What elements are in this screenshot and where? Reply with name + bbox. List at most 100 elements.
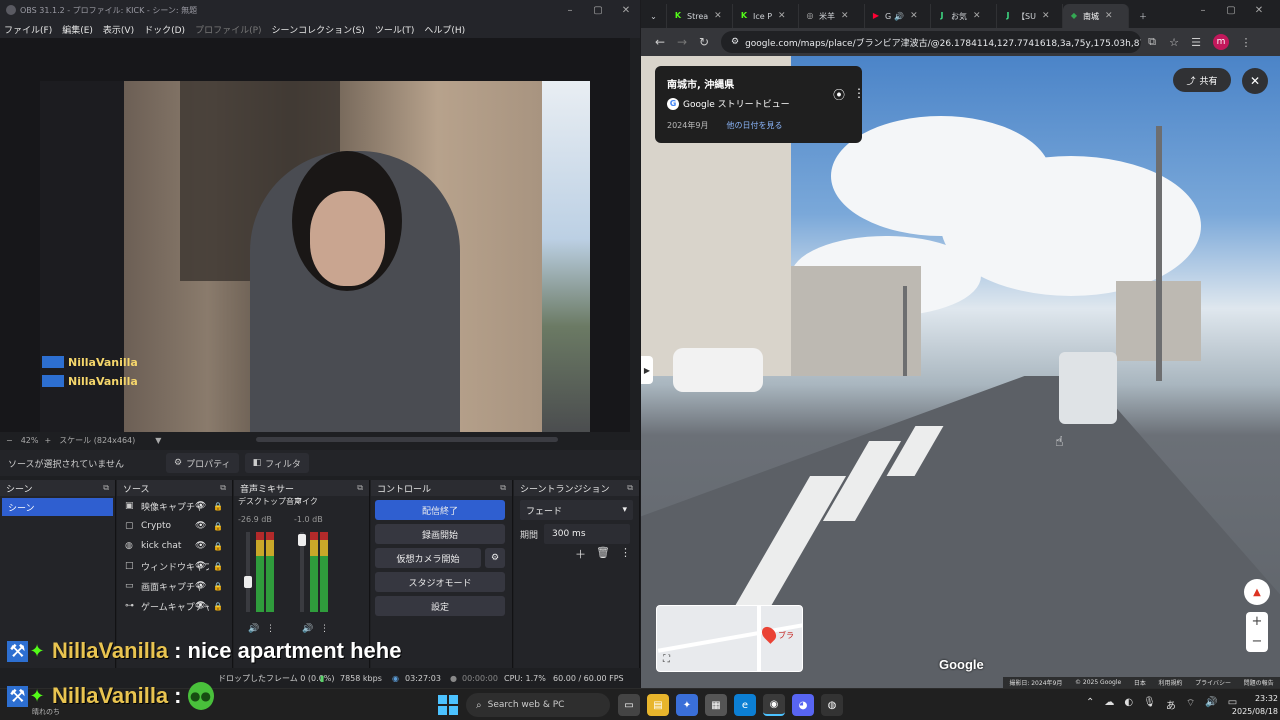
- close-icon[interactable]: ✕: [910, 11, 918, 21]
- preview-area[interactable]: NillaVanilla NillaVanilla: [0, 38, 630, 432]
- tab[interactable]: K Strea ✕: [667, 4, 733, 28]
- menu-help[interactable]: ヘルプ(H): [424, 23, 465, 36]
- menu-edit[interactable]: 編集(E): [62, 23, 93, 36]
- volume-fader[interactable]: [246, 532, 250, 612]
- task-view-icon[interactable]: ▭: [618, 694, 640, 716]
- properties-button[interactable]: ⚙ プロパティ: [166, 453, 239, 473]
- tab[interactable]: J 【SU ✕: [997, 4, 1063, 28]
- tab[interactable]: K Ice P ✕: [733, 4, 799, 28]
- zoom-in-icon[interactable]: +: [44, 436, 51, 445]
- audio-icon[interactable]: 🔊: [894, 12, 904, 21]
- tab-search-icon[interactable]: ☰: [1185, 36, 1207, 49]
- duration-input[interactable]: 300 ms: [544, 524, 631, 544]
- preview-scrollbar[interactable]: [256, 437, 558, 442]
- tab[interactable]: ◎ 米羊 ✕: [799, 4, 865, 28]
- more-icon[interactable]: ⋮: [620, 546, 631, 562]
- menu-view[interactable]: 表示(V): [103, 23, 134, 36]
- close-icon[interactable]: ✕: [973, 11, 981, 21]
- visibility-icon[interactable]: 👁: [195, 561, 206, 571]
- close-icon[interactable]: ✕: [714, 11, 722, 21]
- forward-icon[interactable]: →: [671, 35, 693, 49]
- onedrive-icon[interactable]: ☁: [1104, 697, 1114, 712]
- expand-panel-icon[interactable]: ▶: [641, 356, 653, 384]
- obs-icon[interactable]: ◍: [821, 694, 843, 716]
- transition-select[interactable]: フェード ▾: [520, 500, 633, 520]
- fader-knob[interactable]: [298, 534, 306, 546]
- menu-scene-collection[interactable]: シーンコレクション(S): [272, 23, 365, 36]
- copilot-icon[interactable]: ✦: [676, 694, 698, 716]
- street-view[interactable]: 南城市, 沖縄県 G Google ストリートビュー 2024年9月 他の日付を見…: [641, 56, 1280, 688]
- zoom-out-icon[interactable]: −: [1246, 632, 1268, 652]
- lock-icon[interactable]: 🔒: [213, 522, 223, 531]
- ime-indicator[interactable]: あ: [1166, 697, 1176, 712]
- visibility-icon[interactable]: 👁: [195, 541, 206, 551]
- menu-icon[interactable]: ⋮: [1235, 36, 1257, 49]
- tab[interactable]: J お気 ✕: [931, 4, 997, 28]
- fullscreen-icon[interactable]: ⛶: [663, 654, 670, 665]
- scene-item[interactable]: シーン: [2, 498, 113, 516]
- cast-icon[interactable]: ⧉: [1141, 35, 1163, 49]
- location-pin-icon[interactable]: ⦿: [833, 86, 845, 103]
- clock[interactable]: 23:32 2025/08/18: [1222, 692, 1278, 718]
- menu-file[interactable]: ファイル(F): [4, 23, 52, 36]
- stop-streaming-button[interactable]: 配信終了: [375, 500, 505, 520]
- site-info-icon[interactable]: ⚙: [731, 37, 739, 47]
- chevron-up-icon[interactable]: ⌃: [1086, 697, 1094, 712]
- dock-undock-icon[interactable]: ⧉: [627, 483, 633, 493]
- tab-search-icon[interactable]: ⌄: [641, 4, 667, 28]
- filters-button[interactable]: ◧ フィルタ: [244, 453, 309, 473]
- visibility-icon[interactable]: 👁: [195, 601, 206, 611]
- discord-icon[interactable]: ◕: [792, 694, 814, 716]
- trash-icon[interactable]: 🗑: [596, 546, 610, 562]
- maximize-icon[interactable]: ▢: [584, 5, 612, 16]
- lock-icon[interactable]: 🔒: [213, 562, 223, 571]
- close-icon[interactable]: ✕: [778, 11, 786, 21]
- source-item[interactable]: ⊶ ゲームキャプチャ 👁 🔒: [117, 596, 232, 616]
- lock-icon[interactable]: 🔒: [213, 542, 223, 551]
- more-icon[interactable]: ⋮: [853, 86, 865, 100]
- source-item[interactable]: ◍ kick chat 👁 🔒: [117, 536, 232, 556]
- channel-menu-icon[interactable]: ⋮: [320, 624, 329, 634]
- dock-undock-icon[interactable]: ⧉: [357, 483, 363, 493]
- reload-icon[interactable]: ↻: [693, 35, 715, 49]
- maximize-icon[interactable]: ▢: [1217, 5, 1245, 16]
- start-virtual-camera-button[interactable]: 仮想カメラ開始: [375, 548, 481, 568]
- visibility-icon[interactable]: 👁: [195, 581, 206, 591]
- address-bar[interactable]: ⚙ google.com/maps/place/ブランビア津波古/@26.1784…: [721, 31, 1141, 53]
- wifi-icon[interactable]: ⌔: [1186, 697, 1195, 712]
- close-streetview-button[interactable]: ✕: [1242, 68, 1268, 94]
- source-item[interactable]: □ ウィンドウキャプ 👁 🔒: [117, 556, 232, 576]
- close-icon[interactable]: ✕: [612, 5, 640, 16]
- mute-speaker-icon[interactable]: 🔊: [302, 624, 313, 634]
- minimap[interactable]: ブラ ⛶: [656, 605, 803, 672]
- lock-icon[interactable]: 🔒: [213, 602, 223, 611]
- visibility-icon[interactable]: 👁: [195, 501, 206, 511]
- source-item[interactable]: ▭ 画面キャプチャ 👁 🔒: [117, 576, 232, 596]
- store-icon[interactable]: ▦: [705, 694, 727, 716]
- scale-dropdown-icon[interactable]: ▼: [155, 436, 161, 445]
- security-icon[interactable]: ◐: [1124, 697, 1133, 712]
- minimize-icon[interactable]: –: [1189, 5, 1217, 16]
- tab-active[interactable]: ◆ 南城 ✕: [1063, 4, 1129, 28]
- dock-undock-icon[interactable]: ⧉: [103, 483, 109, 493]
- settings-button[interactable]: 設定: [375, 596, 505, 616]
- menu-dock[interactable]: ドック(D): [144, 23, 185, 36]
- volume-icon[interactable]: 🔊: [1205, 697, 1217, 712]
- share-button[interactable]: ⤴ 共有: [1173, 68, 1231, 92]
- source-item[interactable]: ▣ 映像キャプチャ 👁 🔒: [117, 496, 232, 516]
- start-recording-button[interactable]: 録画開始: [375, 524, 505, 544]
- profile-avatar[interactable]: m: [1213, 34, 1229, 50]
- file-explorer-icon[interactable]: ▤: [647, 694, 669, 716]
- fader-knob[interactable]: [244, 576, 252, 588]
- visibility-icon[interactable]: 👁: [195, 521, 206, 531]
- dock-undock-icon[interactable]: ⧉: [220, 483, 226, 493]
- new-tab-button[interactable]: ＋: [1129, 4, 1157, 28]
- mic-icon[interactable]: 🎙: [1143, 697, 1156, 712]
- tab[interactable]: ▶ G 🔊 ✕: [865, 4, 931, 28]
- close-icon[interactable]: ✕: [841, 11, 849, 21]
- minimize-icon[interactable]: –: [556, 5, 584, 16]
- dock-undock-icon[interactable]: ⧉: [500, 483, 506, 493]
- studio-mode-button[interactable]: スタジオモード: [375, 572, 505, 592]
- zoom-in-icon[interactable]: +: [1246, 612, 1268, 632]
- close-icon[interactable]: ✕: [1042, 11, 1050, 21]
